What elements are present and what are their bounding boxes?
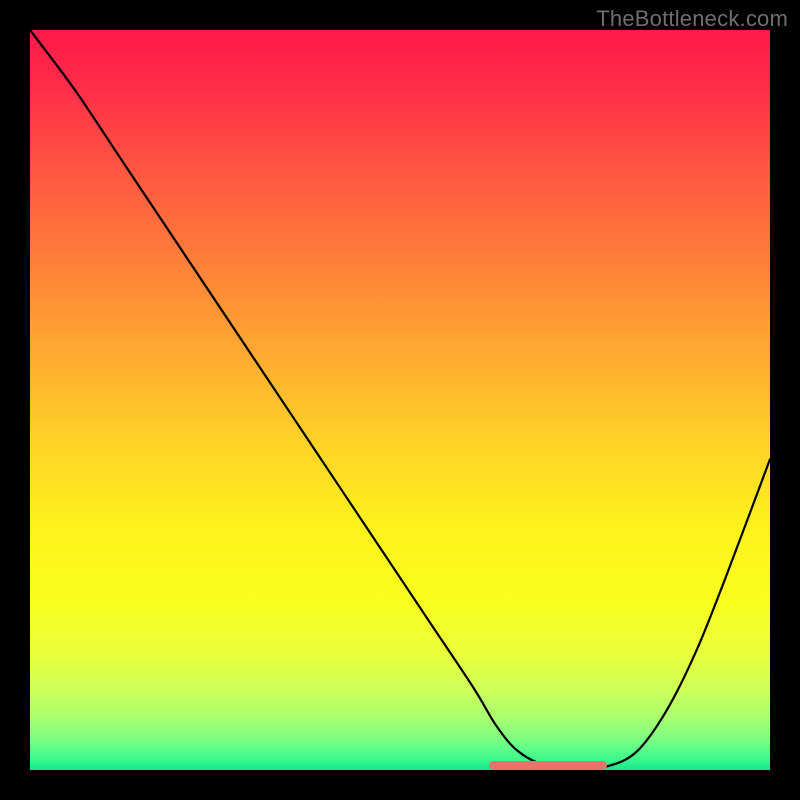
highlight-marker — [489, 761, 607, 770]
curve-path — [30, 30, 770, 768]
plot-area — [30, 30, 770, 770]
curve-layer — [30, 30, 770, 770]
chart-container: TheBottleneck.com — [0, 0, 800, 800]
watermark: TheBottleneck.com — [596, 6, 788, 32]
